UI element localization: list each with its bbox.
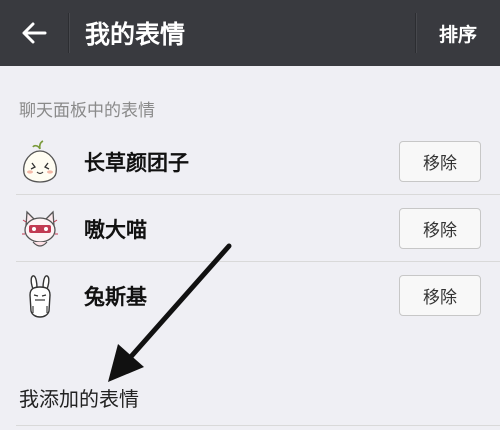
added-section-title[interactable]: 我添加的表情 — [19, 383, 139, 412]
page-title: 我的表情 — [85, 20, 186, 49]
remove-button[interactable]: 移除 — [399, 208, 481, 249]
remove-button[interactable]: 移除 — [399, 141, 481, 182]
cat-sticker-icon — [17, 206, 63, 252]
dumpling-sticker-icon — [17, 139, 63, 185]
sticker-name: 嗷大喵 — [84, 217, 147, 242]
remove-button[interactable]: 移除 — [399, 275, 481, 316]
divider — [16, 425, 500, 426]
panel-section-title: 聊天面板中的表情 — [19, 101, 155, 121]
app-bar: 我的表情 排序 — [0, 0, 500, 66]
sticker-name: 长草颜团子 — [84, 150, 189, 175]
sort-button[interactable]: 排序 — [416, 0, 500, 66]
rabbit-sticker-icon — [17, 273, 63, 319]
list-item: 兔斯基 移除 — [0, 262, 500, 329]
sticker-list: 长草颜团子 移除 嗷大喵 移除 兔斯基 移除 — [0, 128, 500, 329]
title-divider — [68, 13, 69, 53]
list-item: 长草颜团子 移除 — [0, 128, 500, 195]
arrow-left-icon — [22, 22, 47, 44]
list-item: 嗷大喵 移除 — [0, 195, 500, 262]
back-button[interactable] — [0, 0, 68, 66]
sticker-name: 兔斯基 — [84, 284, 147, 309]
